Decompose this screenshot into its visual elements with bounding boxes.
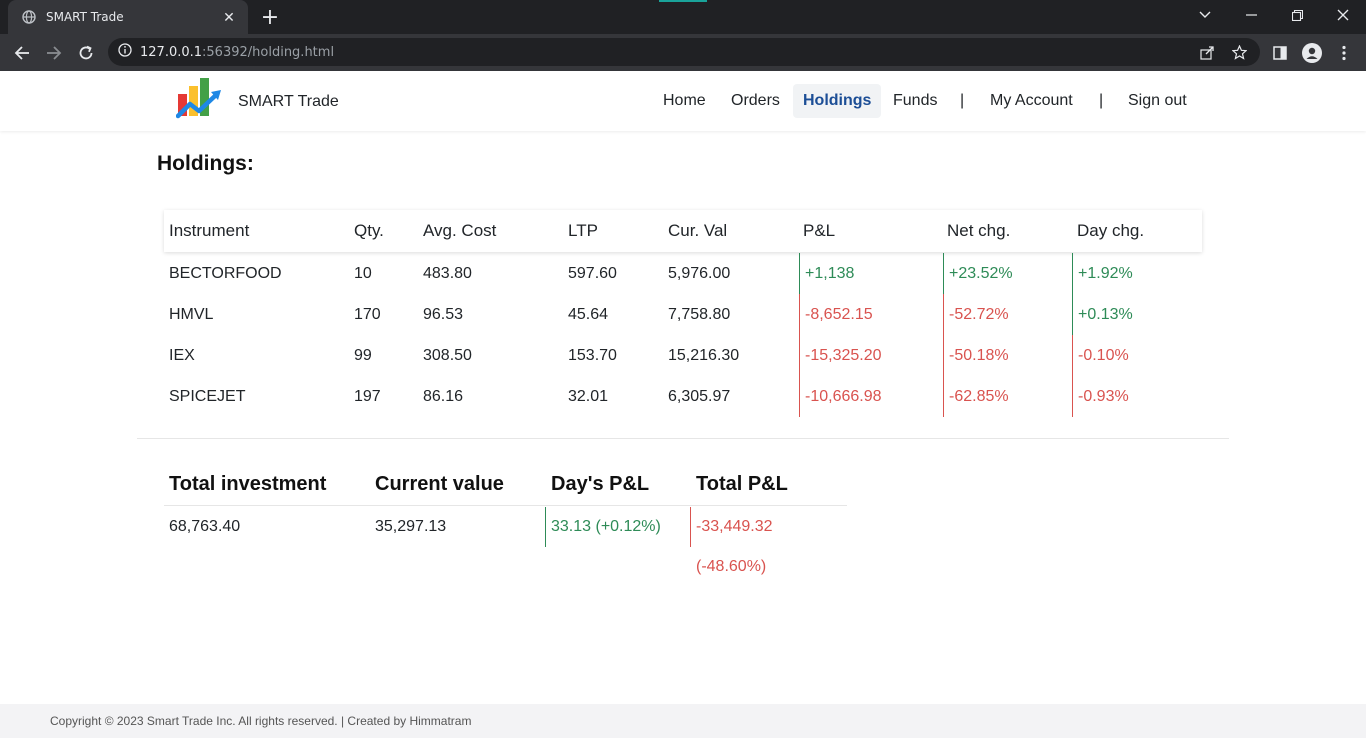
nav-separator: |: [1099, 92, 1104, 109]
minimize-icon[interactable]: [1228, 0, 1274, 30]
cell-instrument: IEX: [169, 347, 195, 364]
holdings-table-header: Instrument Qty. Avg. Cost LTP Cur. Val P…: [164, 210, 1202, 252]
table-row: HMVL 170 96.53 45.64 7,758.80 -8,652.15 …: [164, 294, 1202, 335]
cell-instrument: BECTORFOOD: [169, 265, 282, 282]
browser-toolbar: 127.0.0.1:56392/holding.html: [0, 34, 1366, 71]
nav-sign-out-link[interactable]: Sign out: [1118, 84, 1197, 118]
kebab-menu-icon[interactable]: [1330, 39, 1358, 67]
cell-instrument: HMVL: [169, 306, 214, 323]
cell-day-chg: +1.92%: [1072, 253, 1192, 294]
nav-orders-link[interactable]: Orders: [721, 84, 790, 118]
page-title: Holdings:: [157, 152, 254, 175]
cell-net-chg: -50.18%: [943, 335, 1072, 376]
table-row: SPICEJET 197 86.16 32.01 6,305.97 -10,66…: [164, 376, 1202, 417]
cell-pnl: -10,666.98: [799, 376, 943, 417]
total-investment-value: 68,763.40: [169, 518, 241, 535]
cell-avg-cost: 86.16: [423, 388, 464, 405]
table-row: IEX 99 308.50 153.70 15,216.30 -15,325.2…: [164, 335, 1202, 376]
col-qty: Qty.: [354, 221, 384, 240]
summary-day-pnl-label: Day's P&L: [551, 473, 650, 495]
cell-ltp: 45.64: [568, 306, 609, 323]
col-net-chg: Net chg.: [947, 221, 1011, 240]
nav-holdings-link[interactable]: Holdings: [793, 84, 882, 118]
summary-header: Total investment Current value Day's P&L…: [164, 462, 847, 506]
globe-icon: [21, 9, 37, 25]
cell-ltp: 153.70: [568, 347, 617, 364]
nav-my-account-link[interactable]: My Account: [980, 84, 1083, 118]
footer: Copyright © 2023 Smart Trade Inc. All ri…: [0, 704, 1366, 738]
table-row: BECTORFOOD 10 483.80 597.60 5,976.00 +1,…: [164, 253, 1202, 294]
new-tab-icon[interactable]: +: [258, 5, 282, 30]
total-pnl-value: -33,449.32 (-48.60%): [690, 507, 847, 575]
forward-arrow-icon[interactable]: [40, 39, 68, 67]
cell-qty: 10: [354, 265, 372, 282]
cell-net-chg: -62.85%: [943, 376, 1072, 417]
col-ltp: LTP: [568, 221, 598, 240]
cell-instrument: SPICEJET: [169, 388, 246, 405]
summary-values: 68,763.40 35,297.13 33.13 (+0.12%) -33,4…: [164, 507, 847, 575]
nav-links: Home Orders Holdings Funds | My Account …: [0, 84, 1366, 118]
url-text: 127.0.0.1:56392/holding.html: [140, 44, 335, 60]
window-close-icon[interactable]: [1320, 0, 1366, 30]
current-value: 35,297.13: [375, 518, 447, 535]
footer-copyright: Copyright © 2023 Smart Trade Inc. All ri…: [50, 714, 472, 728]
browser-tab[interactable]: SMART Trade ✕: [8, 0, 248, 34]
back-arrow-icon[interactable]: [8, 39, 36, 67]
site-navbar: SMART Trade Home Orders Holdings Funds |…: [0, 71, 1366, 131]
cell-cur-val: 15,216.30: [668, 347, 740, 364]
cell-pnl: -15,325.20: [799, 335, 943, 376]
cell-qty: 170: [354, 306, 381, 323]
cell-avg-cost: 483.80: [423, 265, 472, 282]
share-icon[interactable]: [1198, 43, 1216, 61]
cell-cur-val: 5,976.00: [668, 265, 731, 282]
cell-pnl: +1,138: [799, 253, 943, 294]
restore-icon[interactable]: [1274, 0, 1320, 30]
browser-tab-bar: SMART Trade ✕ +: [0, 0, 1366, 34]
col-day-chg: Day chg.: [1077, 221, 1145, 240]
info-icon[interactable]: [118, 42, 132, 62]
col-avg-cost: Avg. Cost: [423, 221, 497, 240]
nav-separator: |: [960, 92, 965, 109]
tab-search-icon[interactable]: [1182, 0, 1228, 30]
cell-avg-cost: 96.53: [423, 306, 464, 323]
col-pnl: P&L: [803, 221, 836, 240]
cell-net-chg: -52.72%: [943, 294, 1072, 335]
cell-day-chg: -0.93%: [1072, 376, 1192, 417]
cell-cur-val: 6,305.97: [668, 388, 731, 405]
summary-total-pnl-label: Total P&L: [696, 473, 788, 495]
bookmark-star-icon[interactable]: [1230, 43, 1248, 61]
cell-day-chg: +0.13%: [1072, 294, 1192, 335]
summary-current-value-label: Current value: [375, 473, 504, 495]
cell-ltp: 32.01: [568, 388, 609, 405]
cell-qty: 197: [354, 388, 381, 405]
cell-net-chg: +23.52%: [943, 253, 1072, 294]
tab-title: SMART Trade: [46, 10, 124, 24]
cell-avg-cost: 308.50: [423, 347, 472, 364]
cell-day-chg: -0.10%: [1072, 335, 1192, 376]
reload-icon[interactable]: [72, 39, 100, 67]
profile-icon[interactable]: [1298, 39, 1326, 67]
side-panel-icon[interactable]: [1266, 39, 1294, 67]
nav-funds-link[interactable]: Funds: [883, 84, 947, 118]
cell-cur-val: 7,758.80: [668, 306, 731, 323]
summary-total-investment-label: Total investment: [169, 473, 327, 495]
address-bar[interactable]: 127.0.0.1:56392/holding.html: [108, 38, 1260, 66]
close-tab-icon[interactable]: ✕: [220, 8, 238, 26]
cell-qty: 99: [354, 347, 372, 364]
tab-accent-line: [659, 0, 707, 2]
col-instrument: Instrument: [169, 221, 250, 240]
cell-pnl: -8,652.15: [799, 294, 943, 335]
day-pnl-value: 33.13 (+0.12%): [545, 507, 690, 547]
cell-ltp: 597.60: [568, 265, 617, 282]
section-divider: [137, 438, 1229, 439]
col-cur-val: Cur. Val: [668, 221, 728, 240]
nav-home-link[interactable]: Home: [653, 84, 716, 118]
